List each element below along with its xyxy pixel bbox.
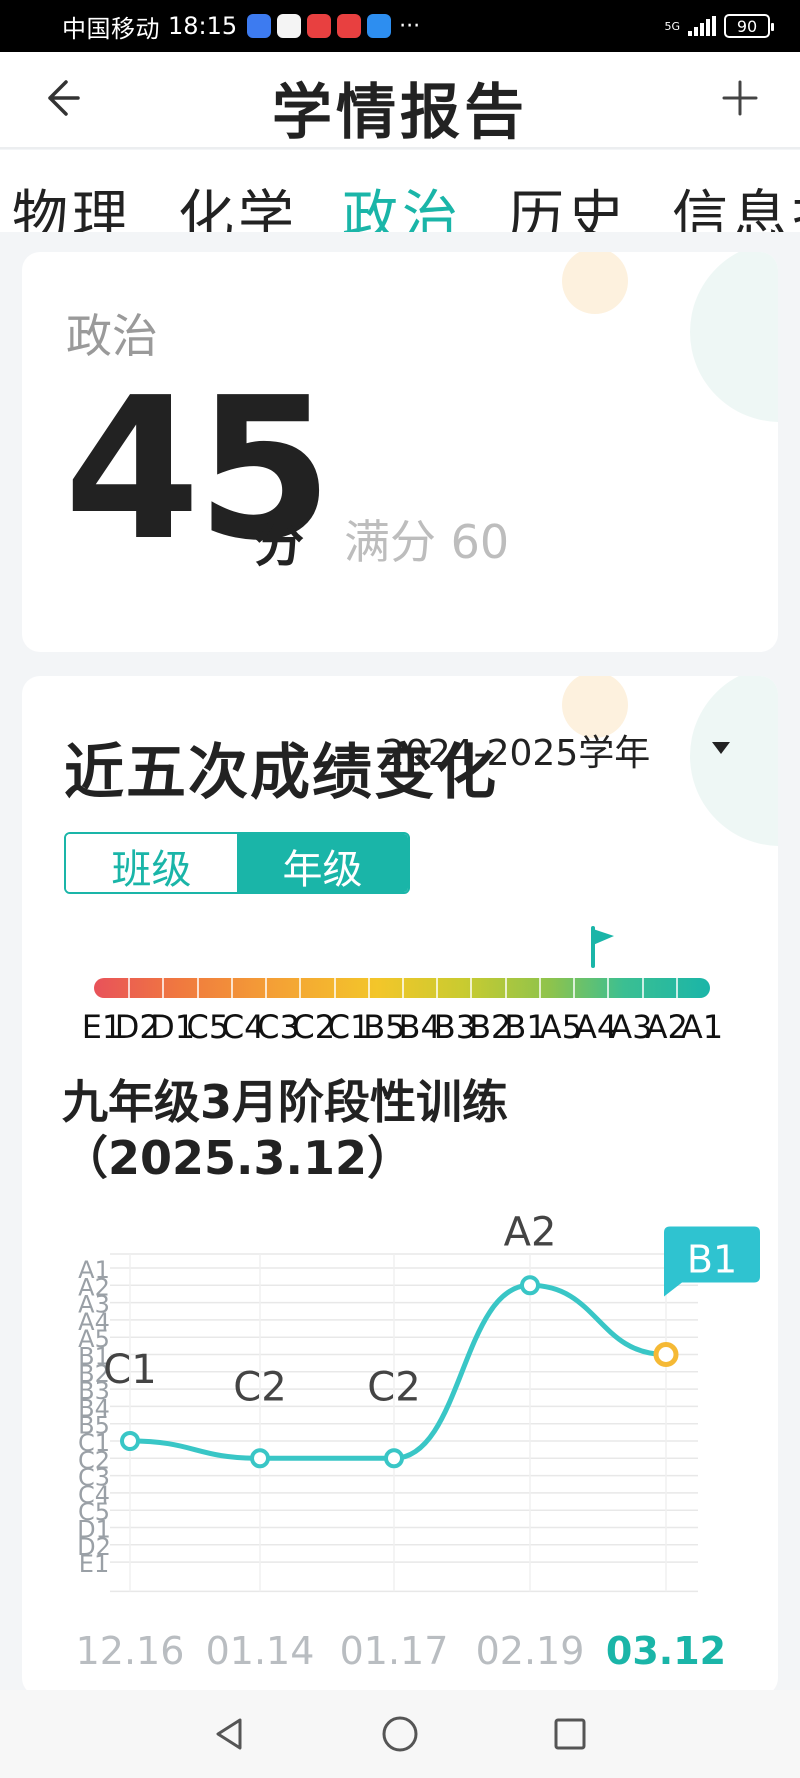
grade-scale-divider	[265, 978, 268, 998]
weather-icon	[367, 14, 392, 38]
grade-scale-divider	[402, 978, 404, 998]
grade-scale-divider	[162, 978, 165, 998]
decor-circle	[690, 676, 778, 846]
school-year-select[interactable]: 2024-2025学年	[382, 724, 650, 776]
chevron-down-icon[interactable]	[712, 742, 730, 754]
grade-scale-divider	[607, 978, 610, 998]
page-title: 学情报告	[272, 78, 528, 148]
tab-chemistry[interactable]: 化学	[178, 172, 298, 232]
app-notification-icon	[307, 14, 332, 38]
tab-information-technology[interactable]: 信息技	[672, 172, 800, 232]
trend-chart: A1 A2 A3 A4 A5 B1 B2 B3 B4 B5 C1 C2 C3 C4 C5 D1 D2 E1 C1 C2…	[22, 1176, 778, 1696]
status-bar: 中国移动 18:15 ··· 5G 90	[0, 0, 800, 52]
data-label: A2	[504, 1209, 557, 1255]
tab-history[interactable]: 历史	[508, 172, 628, 232]
data-point	[120, 1431, 140, 1451]
data-point-highlight	[653, 1342, 679, 1367]
recents-square-icon[interactable]	[550, 1714, 590, 1754]
system-nav-bar	[0, 1690, 800, 1778]
grade-scale-divider	[641, 978, 644, 998]
app-header: 学情报告	[0, 52, 800, 148]
grade-scale-divider	[367, 978, 370, 998]
x-tick-label: 01.17	[340, 1629, 449, 1673]
grade-scale-divider	[675, 978, 678, 998]
app-notification-icon	[247, 14, 272, 38]
x-tick-label: 03.12	[606, 1629, 726, 1673]
notification-icons	[247, 14, 392, 38]
battery-level: 90	[736, 16, 758, 36]
trend-chart-svg: A1A2A3A4A5B1B2B3B4B5C1C2C3C4C5D1D2E1C1 C2…	[76, 1209, 760, 1673]
carrier-name: 中国移动	[62, 14, 160, 43]
scope-toggle: 班级 年级	[64, 832, 410, 894]
decor-circle	[690, 252, 778, 422]
trend-card: 近五次成绩变化 2024-2025学年 班级 年级 E1 D2 D1 C5 C4 C3 C2…	[22, 676, 778, 1696]
data-label: C2	[233, 1364, 286, 1410]
grade-scale-divider	[299, 978, 302, 998]
signal-icon	[688, 16, 716, 36]
decor-circle	[562, 252, 628, 314]
grade-scale-divider	[230, 978, 233, 998]
y-tick-label: E1	[79, 1550, 109, 1578]
network-type: 5G	[664, 19, 680, 33]
grade-scale-divider	[573, 978, 576, 998]
grade-scale-divider	[504, 978, 507, 998]
score-unit: 分	[254, 515, 304, 573]
plus-icon[interactable]	[716, 74, 764, 122]
data-point	[250, 1448, 270, 1469]
grade-scale-divider	[538, 978, 541, 998]
grade-scale-labels: E1 D2 D1 C5 C4 C3 C2 C1 B5 B4 B3 B2 B1 A5 A4 A3 A2 A1	[82, 1008, 723, 1048]
toggle-class[interactable]: 班级	[66, 834, 237, 892]
divider	[0, 147, 800, 149]
grade-scale-divider	[196, 978, 199, 998]
subject-tabs: 物理 化学 政治 历史 信息技	[0, 150, 800, 232]
app-notification-icon	[337, 14, 362, 38]
tab-physics[interactable]: 物理	[12, 172, 132, 232]
exam-name: 九年级3月阶段性训练（2025.3.12）	[62, 1075, 509, 1185]
grade-scale-label: A1	[680, 1008, 724, 1046]
x-tick-label: 12.16	[76, 1629, 185, 1673]
more-notifications-icon: ···	[399, 13, 421, 39]
clock: 18:15	[168, 12, 238, 40]
battery-icon: 90	[724, 14, 774, 38]
back-triangle-icon[interactable]	[210, 1714, 250, 1754]
x-tick-label: 01.14	[206, 1629, 315, 1673]
flag-icon	[591, 926, 614, 968]
tab-politics[interactable]: 政治	[342, 172, 462, 232]
grade-scale-divider	[333, 978, 336, 998]
score-card: 政治 45 分 满分 60	[22, 252, 778, 652]
toggle-grade[interactable]: 年级	[237, 834, 408, 892]
data-point	[520, 1275, 540, 1296]
data-label: C1	[103, 1347, 156, 1393]
grade-scale-divider	[470, 978, 473, 998]
home-circle-icon[interactable]	[380, 1714, 420, 1754]
x-tick-label: 02.19	[476, 1629, 585, 1673]
data-label-highlight: B1	[687, 1238, 737, 1282]
data-point	[384, 1448, 404, 1469]
grade-scale-divider	[128, 978, 131, 998]
full-marks: 满分 60	[344, 515, 510, 569]
gift-icon	[277, 14, 302, 38]
data-label: C2	[367, 1364, 420, 1410]
grade-scale-divider	[436, 978, 439, 998]
grade-scale-bar	[94, 978, 710, 998]
